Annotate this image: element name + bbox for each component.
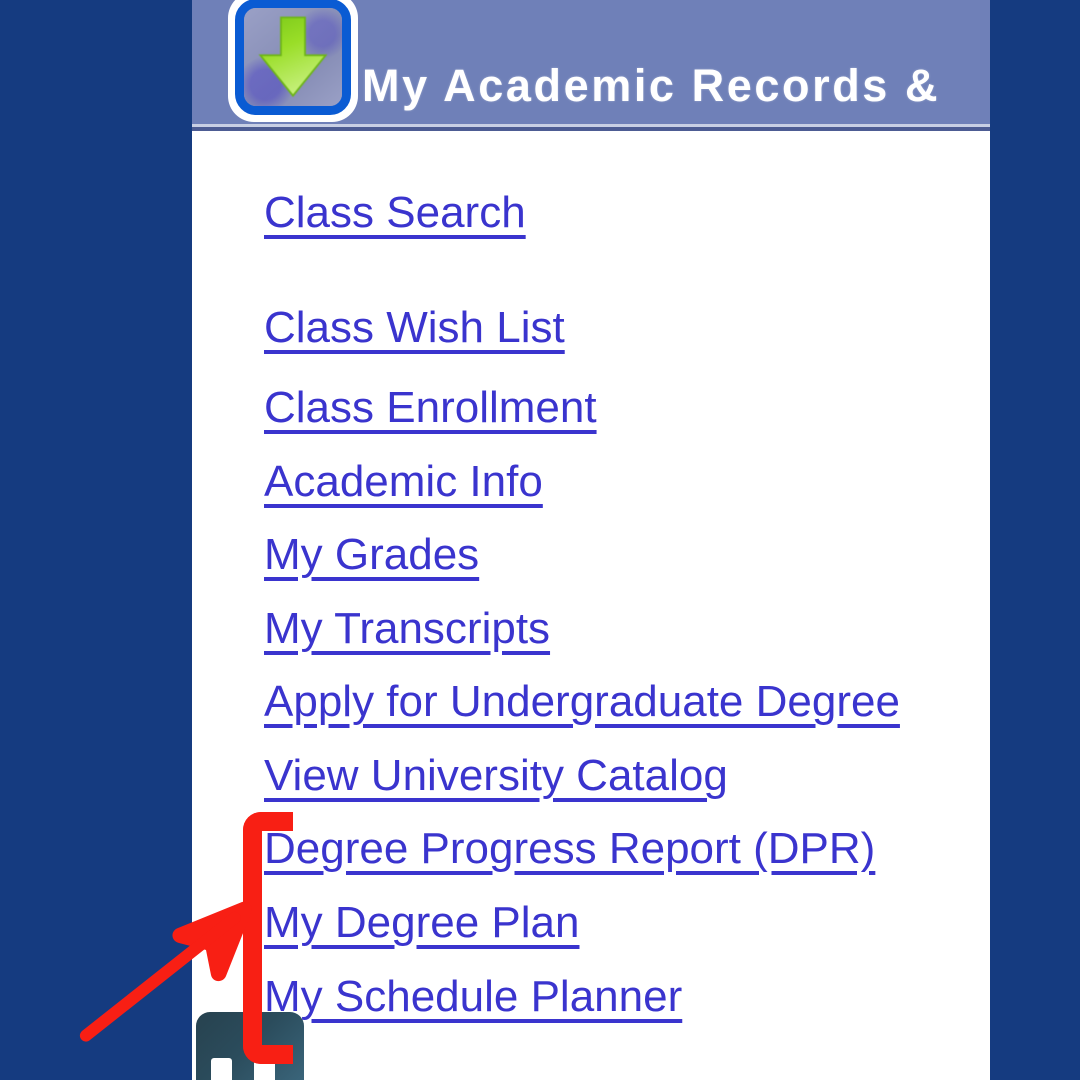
link-class-enrollment[interactable]: Class Enrollment — [264, 386, 597, 430]
page-title: My Academic Records & — [362, 60, 941, 111]
partial-app-icon-slot — [254, 1058, 275, 1080]
app-icon-frame — [235, 0, 351, 115]
screenshot-root: My Academic Records & Class Search Class… — [0, 0, 1080, 1080]
link-apply-for-undergraduate-degree[interactable]: Apply for Undergraduate Degree — [264, 680, 900, 724]
page-header-bar: My Academic Records & — [192, 0, 990, 131]
link-my-transcripts[interactable]: My Transcripts — [264, 607, 550, 651]
partial-app-icon-slot — [211, 1058, 232, 1080]
partial-app-icon — [196, 1012, 304, 1080]
green-download-arrow-icon — [258, 16, 328, 98]
link-my-grades[interactable]: My Grades — [264, 533, 479, 577]
app-icon[interactable] — [228, 0, 358, 122]
link-my-degree-plan[interactable]: My Degree Plan — [264, 901, 579, 945]
link-academic-info[interactable]: Academic Info — [264, 460, 543, 504]
link-degree-progress-report[interactable]: Degree Progress Report (DPR) — [264, 827, 875, 871]
link-class-wish-list[interactable]: Class Wish List — [264, 306, 565, 350]
link-class-search[interactable]: Class Search — [264, 191, 526, 235]
link-view-university-catalog[interactable]: View University Catalog — [264, 754, 728, 798]
link-my-schedule-planner[interactable]: My Schedule Planner — [264, 975, 682, 1019]
